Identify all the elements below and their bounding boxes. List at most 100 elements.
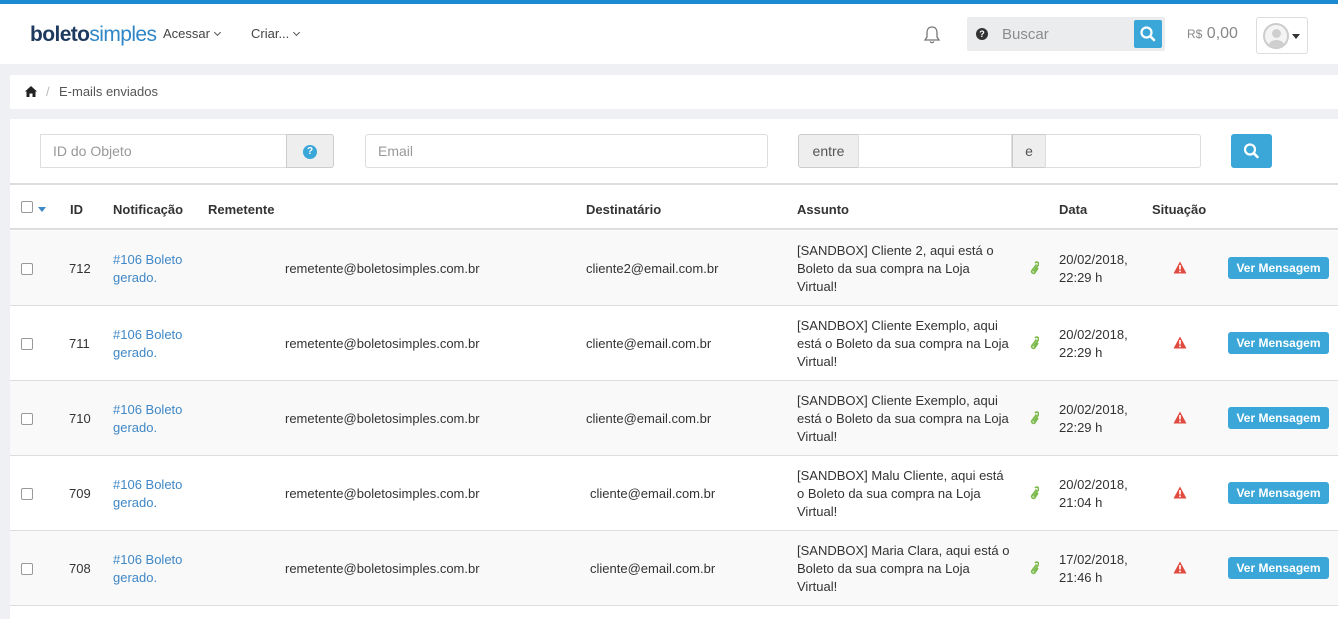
object-id-help-button[interactable]: ? <box>286 134 334 168</box>
col-date[interactable]: Data <box>1059 202 1087 217</box>
row-id: 708 <box>69 561 91 576</box>
select-all-checkbox[interactable] <box>21 201 33 213</box>
row-date: 20/02/2018, 21:04 h <box>1059 476 1128 512</box>
paperclip-icon[interactable] <box>1029 561 1039 575</box>
row-sender: remetente@boletosimples.com.br <box>285 261 480 276</box>
breadcrumb: / E-mails enviados <box>10 75 1338 109</box>
row-subject: [SANDBOX] Cliente Exemplo, aqui está o B… <box>797 318 1009 369</box>
search-icon <box>1243 143 1259 159</box>
col-id[interactable]: ID <box>70 202 83 217</box>
brand-logo[interactable]: boletosimples <box>30 23 157 47</box>
help-icon: ? <box>303 145 317 160</box>
search-button[interactable] <box>1134 20 1162 48</box>
view-message-button[interactable]: Ver Mensagem <box>1228 257 1329 279</box>
chevron-down-icon <box>213 28 222 37</box>
filter-search-button[interactable] <box>1231 134 1272 168</box>
col-notification[interactable]: Notificação <box>113 202 183 217</box>
row-date-time: 22:29 h <box>1059 345 1103 360</box>
notification-link[interactable]: #106 Boleto gerado. <box>113 551 213 587</box>
row-date-day: 17/02/2018, <box>1059 552 1128 567</box>
warning-icon <box>1173 411 1187 424</box>
row-checkbox[interactable] <box>21 338 33 350</box>
view-message-button[interactable]: Ver Mensagem <box>1228 482 1329 504</box>
row-subject: [SANDBOX] Cliente 2, aqui está o Boleto … <box>797 243 994 294</box>
table-row[interactable]: 712 #106 Boleto gerado. remetente@boleto… <box>10 231 1338 306</box>
brand-part1: boleto <box>30 23 90 46</box>
notification-link[interactable]: #106 Boleto gerado. <box>113 401 213 437</box>
nav-menu-acessar-label: Acessar <box>163 26 210 41</box>
row-recipient: cliente2@email.com.br <box>586 261 719 276</box>
paperclip-icon[interactable] <box>1029 411 1039 425</box>
col-sender[interactable]: Remetente <box>208 202 274 217</box>
col-subject[interactable]: Assunto <box>797 202 849 217</box>
caret-down-icon <box>1292 34 1300 39</box>
search-input[interactable] <box>994 21 1124 47</box>
notification-link[interactable]: #106 Boleto gerado. <box>113 476 213 512</box>
warning-icon <box>1173 561 1187 574</box>
avatar <box>1263 23 1289 49</box>
home-icon[interactable] <box>25 86 37 97</box>
notification-link[interactable]: #106 Boleto gerado. <box>113 251 213 287</box>
row-checkbox[interactable] <box>21 563 33 575</box>
paperclip-icon[interactable] <box>1029 486 1039 500</box>
table-row[interactable]: 711 #106 Boleto gerado. remetente@boleto… <box>10 306 1338 381</box>
nav-menu-criar[interactable]: Criar... <box>251 26 301 41</box>
email-field[interactable] <box>365 134 768 168</box>
between-label: entre <box>798 134 859 168</box>
object-id-input[interactable] <box>40 134 288 168</box>
row-date-time: 21:04 h <box>1059 495 1103 510</box>
view-message-button[interactable]: Ver Mensagem <box>1228 332 1329 354</box>
date-start-field[interactable] <box>858 134 1012 168</box>
row-date-day: 20/02/2018, <box>1059 402 1128 417</box>
row-checkbox[interactable] <box>21 263 33 275</box>
warning-icon <box>1173 261 1187 274</box>
notification-link[interactable]: #106 Boleto gerado. <box>113 326 213 362</box>
row-checkbox[interactable] <box>21 413 33 425</box>
balance-amount: 0,00 <box>1206 25 1238 42</box>
nav-menu-acessar[interactable]: Acessar <box>163 26 222 41</box>
row-date-day: 20/02/2018, <box>1059 327 1128 342</box>
table-row[interactable]: 708 #106 Boleto gerado. remetente@boleto… <box>10 531 1338 606</box>
caret-down-icon[interactable] <box>38 207 46 212</box>
help-icon[interactable]: ? <box>976 28 988 40</box>
paperclip-icon[interactable] <box>1029 261 1039 275</box>
row-id: 709 <box>69 486 91 501</box>
row-id: 710 <box>69 411 91 426</box>
row-date-time: 22:29 h <box>1059 420 1103 435</box>
row-date: 20/02/2018, 22:29 h <box>1059 401 1128 437</box>
brand-part2: simples <box>89 23 157 46</box>
emails-panel: ? entre e ID Notificação Remetente Desti… <box>10 119 1338 619</box>
row-id: 712 <box>69 261 91 276</box>
warning-icon <box>1173 336 1187 349</box>
date-end-field[interactable] <box>1045 134 1201 168</box>
col-status[interactable]: Situação <box>1152 202 1206 217</box>
breadcrumb-current: E-mails enviados <box>59 84 158 99</box>
row-sender: remetente@boletosimples.com.br <box>285 411 480 426</box>
search-box: ? <box>967 17 1165 51</box>
row-date-day: 20/02/2018, <box>1059 477 1128 492</box>
chevron-down-icon <box>293 28 301 37</box>
user-menu-button[interactable] <box>1256 17 1308 54</box>
and-label: e <box>1012 134 1046 168</box>
row-date-time: 21:46 h <box>1059 570 1103 585</box>
bell-icon[interactable] <box>923 25 941 45</box>
row-date: 20/02/2018, 22:29 h <box>1059 326 1128 362</box>
table-row[interactable]: 710 #106 Boleto gerado. remetente@boleto… <box>10 381 1338 456</box>
row-sender: remetente@boletosimples.com.br <box>285 336 480 351</box>
row-date-day: 20/02/2018, <box>1059 252 1128 267</box>
account-balance: R$ 0,00 <box>1187 25 1238 43</box>
row-sender: remetente@boletosimples.com.br <box>285 561 480 576</box>
row-sender: remetente@boletosimples.com.br <box>285 486 480 501</box>
nav-menu-criar-label: Criar... <box>251 26 290 41</box>
table-row[interactable]: 709 #106 Boleto gerado. remetente@boleto… <box>10 456 1338 531</box>
col-recipient[interactable]: Destinatário <box>586 202 661 217</box>
paperclip-icon[interactable] <box>1029 336 1039 350</box>
breadcrumb-separator: / <box>46 84 50 99</box>
view-message-button[interactable]: Ver Mensagem <box>1228 557 1329 579</box>
row-id: 711 <box>69 336 90 351</box>
balance-currency: R$ <box>1187 27 1203 41</box>
row-checkbox[interactable] <box>21 488 33 500</box>
table-header: ID Notificação Remetente Destinatário As… <box>10 183 1338 230</box>
view-message-button[interactable]: Ver Mensagem <box>1228 407 1329 429</box>
row-subject: [SANDBOX] Cliente Exemplo, aqui está o B… <box>797 393 1009 444</box>
